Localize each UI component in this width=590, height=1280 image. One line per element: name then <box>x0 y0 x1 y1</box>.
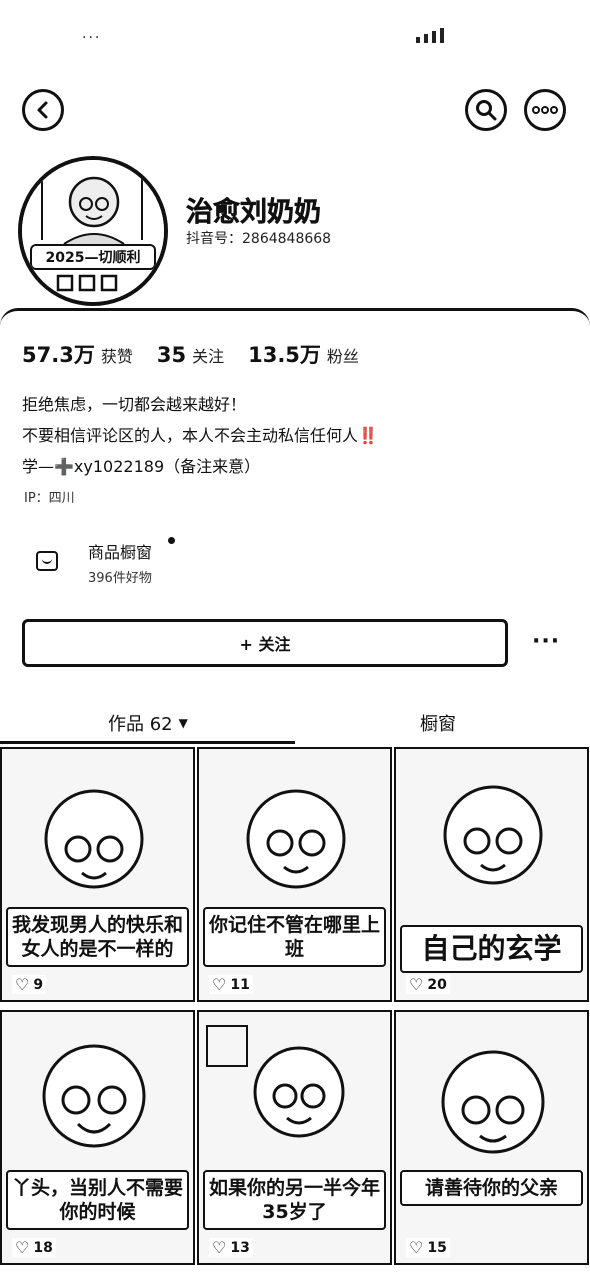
profile-card: 57.3万 获赞 35 关注 13.5万 粉丝 拒绝焦虑，一切都会越来越好！ 不… <box>0 308 590 1280</box>
top-nav <box>0 85 590 137</box>
like-count: ♡ 18 <box>12 1238 56 1257</box>
status-dots: ··· <box>82 30 102 46</box>
status-bar: ··· <box>0 0 590 70</box>
tab-works[interactable]: 作品 62 ▼ <box>108 703 188 743</box>
video-caption: 你记住不管在哪里上班 <box>203 907 386 967</box>
grandma-illustration <box>22 160 164 302</box>
video-caption: 自己的玄学 <box>400 925 583 973</box>
stat-number: 35 <box>156 343 187 367</box>
profile-header: 2025—切顺利 治愈刘奶奶 抖音号：2864848668 <box>0 150 590 306</box>
heart-icon: ♡ <box>409 975 424 994</box>
like-count: ♡ 9 <box>12 975 47 994</box>
heart-icon: ♡ <box>409 1238 424 1257</box>
tab-works-label: 作品 62 <box>108 714 173 735</box>
heart-icon: ♡ <box>212 1238 227 1257</box>
like-count: ♡ 13 <box>209 1238 253 1257</box>
bio-line: 学—➕xy1022189（备注来意） <box>22 457 261 476</box>
tab-shop-window[interactable]: 橱窗 <box>420 703 456 743</box>
follow-button[interactable]: + 关注 <box>22 619 508 667</box>
video-thumbnail <box>441 1050 545 1154</box>
content-tabs: 作品 62 ▼ 橱窗 <box>0 703 590 747</box>
signal-icon <box>416 28 444 43</box>
tab-active-indicator <box>0 741 295 744</box>
avatar[interactable]: 2025—切顺利 <box>18 156 168 306</box>
username: 治愈刘奶奶 <box>186 197 322 229</box>
video-grid: 我发现男人的快乐和女人的是不一样的 ♡ 9 你记住不管在哪里上班 ♡ 11 自己的玄… <box>0 747 590 1265</box>
shop-title: 商品橱窗 <box>88 543 153 562</box>
heart-icon: ♡ <box>15 975 30 994</box>
bio-line: 不要相信评论区的人，本人不会主动私信任何人‼️ <box>22 426 378 445</box>
like-count: ♡ 15 <box>406 1238 450 1257</box>
like-count: ♡ 20 <box>406 975 450 994</box>
shop-window-entry[interactable]: 商品橱窗 396件好物 <box>22 533 322 593</box>
shopping-bag-icon <box>36 551 58 571</box>
notification-dot <box>168 537 175 544</box>
ip-location: IP：四川 <box>24 491 75 506</box>
like-number: 11 <box>230 976 250 993</box>
like-number: 9 <box>33 976 44 993</box>
stat-likes[interactable]: 57.3万 获赞 <box>22 339 133 369</box>
heart-icon: ♡ <box>212 975 227 994</box>
video-tile[interactable]: 我发现男人的快乐和女人的是不一样的 ♡ 9 <box>0 747 195 1002</box>
more-dots-icon <box>532 106 558 114</box>
stat-number: 57.3万 <box>22 343 95 367</box>
video-tile[interactable]: 请善待你的父亲 ♡ 15 <box>394 1010 589 1265</box>
avatar-badge: 2025—切顺利 <box>30 244 156 270</box>
like-number: 13 <box>230 1239 250 1256</box>
video-tile[interactable]: 丫头，当别人不需要你的时候 ♡ 18 <box>0 1010 195 1265</box>
stat-label: 关注 <box>192 347 225 366</box>
search-icon <box>476 100 497 121</box>
more-options-button[interactable] <box>524 89 566 131</box>
video-tile[interactable]: 你记住不管在哪里上班 ♡ 11 <box>197 747 392 1002</box>
back-button[interactable] <box>22 89 64 131</box>
video-caption: 丫头，当别人不需要你的时候 <box>6 1170 189 1230</box>
stat-label: 获赞 <box>100 347 133 366</box>
douyin-id[interactable]: 抖音号：2864848668 <box>186 228 331 248</box>
video-tile[interactable]: 如果你的另一半今年35岁了 ♡ 13 <box>197 1010 392 1265</box>
stat-label: 粉丝 <box>326 347 359 366</box>
video-caption: 如果你的另一半今年35岁了 <box>203 1170 386 1230</box>
stat-number: 13.5万 <box>248 343 321 367</box>
stats-row: 57.3万 获赞 35 关注 13.5万 粉丝 <box>22 339 383 369</box>
shop-subtitle: 396件好物 <box>88 571 152 586</box>
stat-following[interactable]: 35 关注 <box>157 343 224 367</box>
like-count: ♡ 11 <box>209 975 253 994</box>
like-number: 20 <box>427 976 447 993</box>
video-caption: 请善待你的父亲 <box>400 1170 583 1206</box>
search-button[interactable] <box>465 89 507 131</box>
chevron-left-icon <box>37 101 48 119</box>
like-number: 15 <box>427 1239 447 1256</box>
video-tile[interactable]: 自己的玄学 ♡ 20 <box>394 747 589 1002</box>
bio: 拒绝焦虑，一切都会越来越好！ 不要相信评论区的人，本人不会主动私信任何人‼️ 学… <box>22 389 378 482</box>
heart-icon: ♡ <box>15 1238 30 1257</box>
like-number: 18 <box>33 1239 53 1256</box>
caret-down-icon: ▼ <box>178 716 188 730</box>
stat-followers[interactable]: 13.5万 粉丝 <box>248 339 359 369</box>
bio-line: 拒绝焦虑，一切都会越来越好！ <box>22 395 247 414</box>
more-actions-button[interactable]: ··· <box>532 629 560 654</box>
video-caption: 我发现男人的快乐和女人的是不一样的 <box>6 907 189 967</box>
